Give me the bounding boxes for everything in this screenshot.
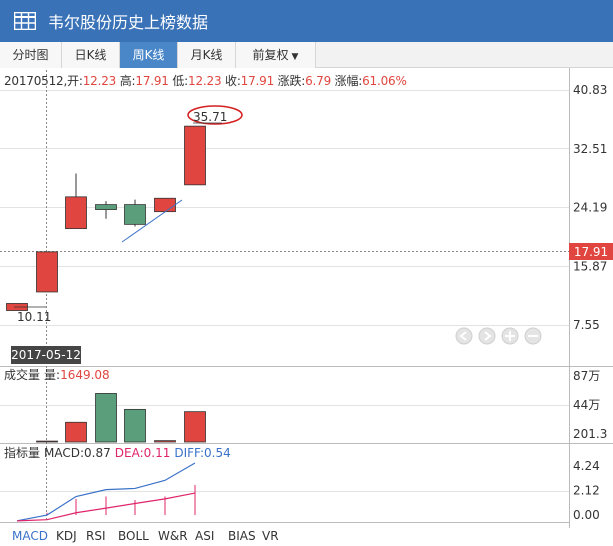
- candle-body: [154, 197, 176, 213]
- next-icon[interactable]: [478, 327, 496, 345]
- volume-tick-label: 44万: [573, 398, 600, 412]
- macd-value: 0.87: [84, 446, 111, 460]
- zoom-in-icon[interactable]: [501, 327, 519, 345]
- candle-body: [184, 125, 206, 186]
- volume-value: 1649.08: [60, 368, 110, 382]
- volume-label: 量:: [44, 368, 60, 382]
- indicator-tab-vr[interactable]: VR: [262, 529, 279, 543]
- diff-value: 0.54: [204, 446, 231, 460]
- candle-body: [36, 251, 58, 293]
- chart-nav-controls: [455, 327, 542, 345]
- macd-tick-label: 2.12: [573, 484, 600, 498]
- macd-tick-label: 0.00: [573, 508, 600, 522]
- price-tick-label: 40.83: [573, 83, 607, 97]
- dea-value: 0.11: [144, 446, 171, 460]
- volume-bar: [124, 408, 146, 443]
- macd-tick-label: 4.24: [573, 459, 600, 473]
- volume-bar: [95, 393, 117, 443]
- volume-bar: [36, 440, 58, 443]
- diff-label: DIFF:: [174, 446, 204, 460]
- indicator-tab-kdj[interactable]: KDJ: [56, 529, 77, 543]
- candle-body: [95, 204, 117, 210]
- indicator-tab-bias[interactable]: BIAS: [228, 529, 256, 543]
- indicator-tab-wr[interactable]: W&R: [158, 529, 188, 543]
- indicator-title: 指标量: [4, 445, 40, 460]
- price-tick-label: 32.51: [573, 142, 607, 156]
- volume-title: 成交量: [4, 367, 40, 382]
- indicator-header: 指标量 MACD:0.87 DEA:0.11 DIFF:0.54: [4, 445, 231, 460]
- stock-chart[interactable]: 40.83 32.51 24.19 15.87 7.55 35.71 10.11 17.…: [0, 0, 613, 528]
- candle-body: [124, 204, 146, 225]
- indicator-tab-boll[interactable]: BOLL: [118, 529, 149, 543]
- candle-body: [65, 196, 87, 230]
- volume-bar: [154, 440, 176, 443]
- volume-tick-label: 201.3: [573, 427, 607, 441]
- volume-bar: [184, 411, 206, 443]
- macd-label: MACD:: [44, 446, 84, 460]
- dea-label: DEA:: [115, 446, 144, 460]
- volume-tick-label: 87万: [573, 369, 600, 383]
- price-tick-label: 7.55: [573, 318, 600, 332]
- price-tick-label: 15.87: [573, 259, 607, 273]
- indicator-tab-asi[interactable]: ASI: [195, 529, 214, 543]
- price-tick-label: 24.19: [573, 201, 607, 215]
- volume-bar: [65, 421, 87, 443]
- last-price-text: 17.91: [574, 245, 608, 259]
- indicator-tab-macd[interactable]: MACD: [12, 529, 48, 543]
- indicator-tab-rsi[interactable]: RSI: [86, 529, 106, 543]
- prev-icon[interactable]: [455, 327, 473, 345]
- volume-header: 成交量 量:1649.08: [4, 367, 110, 382]
- high-price-label: 35.71: [193, 110, 227, 124]
- date-badge-text: 2017-05-12: [11, 348, 81, 362]
- zoom-out-icon[interactable]: [524, 327, 542, 345]
- low-price-label: 10.11: [17, 310, 51, 324]
